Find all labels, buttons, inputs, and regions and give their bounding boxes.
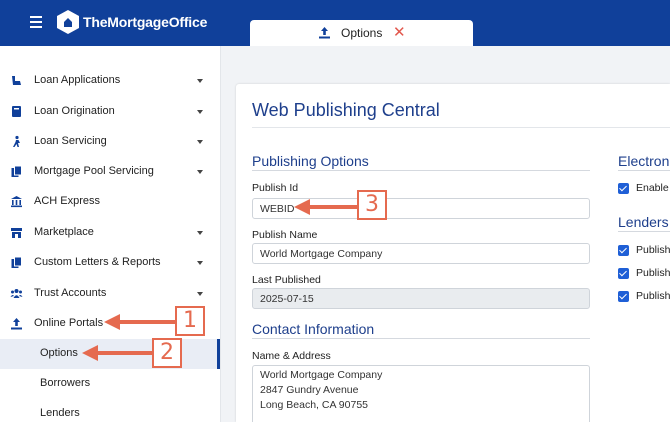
sidebar-item-label: Loan Servicing: [34, 135, 107, 147]
upload-icon: [319, 27, 330, 39]
sidebar-item-ach-express[interactable]: ACH Express: [0, 187, 220, 217]
enable-checkbox[interactable]: [618, 183, 629, 194]
loan-origination-icon: [12, 106, 21, 117]
brand-name: TheMortgageOffice: [83, 14, 208, 30]
section-divider: [618, 231, 670, 232]
sidebar-item-label: Loan Applications: [34, 74, 121, 86]
chevron-down-icon[interactable]: [197, 261, 203, 265]
sidebar-subitem-label: Lenders: [40, 407, 80, 419]
mortgage-office-logo-icon: [57, 10, 79, 34]
chevron-down-icon[interactable]: [197, 110, 203, 114]
marketplace-icon: [11, 228, 22, 238]
last-published-label: Last Published: [252, 274, 321, 286]
sidebar-item-label: Online Portals: [34, 317, 104, 329]
sidebar-item-marketplace[interactable]: Marketplace: [0, 218, 220, 248]
sidebar-item-trust-accounts[interactable]: Trust Accounts: [0, 279, 220, 309]
electronic-heading: Electron: [618, 153, 670, 169]
upload-icon: [11, 318, 22, 330]
address-line: World Mortgage Company: [260, 369, 383, 381]
publishing-options-heading: Publishing Options: [252, 153, 369, 169]
sidebar-item-label: Mortgage Pool Servicing: [34, 165, 154, 177]
publish-checkbox-label: Publish: [636, 290, 670, 302]
contact-information-heading: Contact Information: [252, 321, 375, 337]
sidebar-subitem-options[interactable]: Options: [0, 339, 220, 369]
letters-icon: [11, 256, 22, 268]
last-published-field: 2025-07-15: [252, 288, 590, 309]
sidebar-subitem-label: Options: [40, 347, 78, 359]
chevron-down-icon[interactable]: [197, 79, 203, 83]
annotation-callout-2: 2: [152, 338, 182, 368]
sidebar-subitem-label: Borrowers: [40, 377, 91, 389]
mortgage-pool-icon: [11, 165, 22, 177]
publish-checkbox-label: Publish: [636, 267, 670, 279]
sidebar-item-label: Trust Accounts: [34, 287, 107, 299]
sidebar-item-label: Custom Letters & Reports: [34, 256, 161, 268]
sidebar-item-loan-origination[interactable]: Loan Origination: [0, 97, 220, 127]
publish-id-input[interactable]: WEBID: [252, 198, 590, 219]
loan-servicing-icon: [13, 135, 20, 147]
lenders-heading: Lenders: [618, 214, 669, 230]
hamburger-menu-icon[interactable]: [30, 16, 42, 28]
chevron-down-icon[interactable]: [197, 231, 203, 235]
sidebar-item-loan-servicing[interactable]: Loan Servicing: [0, 127, 220, 157]
page-title: Web Publishing Central: [252, 100, 440, 120]
sidebar-subitem-borrowers[interactable]: Borrowers: [0, 369, 220, 399]
sidebar-item-loan-applications[interactable]: Loan Applications: [0, 66, 220, 96]
publish-checkbox[interactable]: [618, 245, 629, 256]
title-divider: [252, 127, 670, 128]
section-divider: [618, 170, 670, 171]
publish-name-label: Publish Name: [252, 229, 318, 241]
chevron-down-icon[interactable]: [197, 140, 203, 144]
publish-id-label: Publish Id: [252, 182, 299, 194]
name-address-textarea[interactable]: World Mortgage Company 2847 Gundry Avenu…: [252, 365, 590, 422]
section-divider: [252, 170, 590, 171]
tab-label: Options: [341, 26, 383, 40]
sidebar-item-mortgage-pool-servicing[interactable]: Mortgage Pool Servicing: [0, 157, 220, 187]
bank-icon: [11, 196, 22, 208]
chevron-down-icon[interactable]: [197, 292, 203, 296]
close-icon[interactable]: ✕: [393, 23, 406, 41]
trust-accounts-icon: [10, 289, 23, 298]
publish-checkbox[interactable]: [618, 268, 629, 279]
address-line: Long Beach, CA 90755: [260, 399, 369, 411]
chevron-down-icon[interactable]: [197, 170, 203, 174]
section-divider: [252, 338, 590, 339]
sidebar-subitem-lenders[interactable]: Lenders: [0, 399, 220, 422]
name-address-label: Name & Address: [252, 350, 331, 362]
enable-checkbox-label: Enable: [636, 182, 669, 194]
publish-checkbox[interactable]: [618, 291, 629, 302]
sidebar-item-label: ACH Express: [34, 195, 101, 207]
publish-checkbox-label: Publish: [636, 244, 670, 256]
loan-applications-icon: [12, 76, 21, 85]
address-line: 2847 Gundry Avenue: [260, 384, 359, 396]
annotation-callout-1: 1: [175, 306, 205, 336]
annotation-callout-3: 3: [357, 190, 387, 220]
sidebar-item-label: Loan Origination: [34, 105, 115, 117]
publish-name-input[interactable]: World Mortgage Company: [252, 243, 590, 264]
sidebar-item-custom-letters-reports[interactable]: Custom Letters & Reports: [0, 248, 220, 278]
sidebar-item-label: Marketplace: [34, 226, 94, 238]
tab-options[interactable]: Options ✕: [250, 20, 473, 46]
